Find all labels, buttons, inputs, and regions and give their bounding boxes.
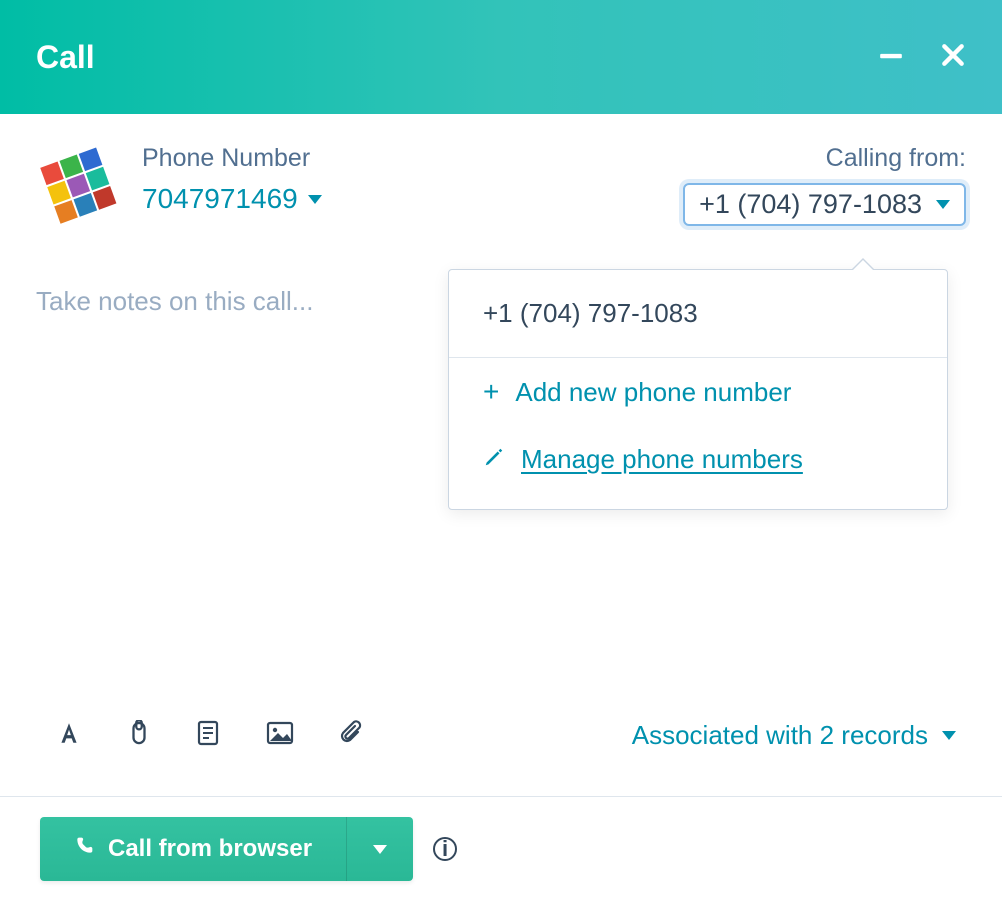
call-button-menu[interactable] [346, 817, 413, 881]
phone-option[interactable]: +1 (704) 797-1083 [449, 270, 947, 358]
phone-number-dropdown[interactable]: 7047971469 [142, 183, 322, 215]
snippet-icon[interactable] [196, 720, 220, 751]
dialog-body: Phone Number 7047971469 Calling from: +1… [0, 114, 1002, 317]
toolbar-icons [56, 720, 364, 751]
associated-records-dropdown[interactable]: Associated with 2 records [632, 720, 956, 751]
info-icon[interactable]: i [433, 837, 457, 861]
calling-from-value: +1 (704) 797-1083 [699, 189, 922, 220]
attachment-icon[interactable] [128, 720, 150, 751]
text-format-icon[interactable] [56, 720, 82, 751]
call-button-label: Call from browser [108, 835, 312, 863]
plus-icon: + [483, 376, 499, 408]
chevron-down-icon [373, 845, 387, 854]
add-phone-number[interactable]: + Add new phone number [483, 376, 913, 408]
contact-info: Phone Number 7047971469 [142, 144, 322, 215]
dialog-footer: Call from browser i [0, 796, 1002, 901]
phone-icon [74, 835, 94, 863]
chevron-down-icon [936, 200, 950, 209]
header-controls [878, 42, 966, 73]
chevron-down-icon [942, 731, 956, 740]
minimize-icon[interactable] [878, 42, 904, 73]
manage-phone-label: Manage phone numbers [521, 444, 803, 475]
popover-arrow [851, 258, 875, 270]
associated-records-label: Associated with 2 records [632, 720, 928, 751]
dialog-header: Call [0, 0, 1002, 114]
phone-number-value: 7047971469 [142, 183, 298, 215]
chevron-down-icon [308, 195, 322, 204]
contact-avatar [36, 144, 118, 226]
dialog-title: Call [36, 39, 95, 76]
pencil-icon [483, 444, 505, 475]
close-icon[interactable] [940, 42, 966, 73]
paperclip-icon[interactable] [340, 720, 364, 751]
editor-toolbar: Associated with 2 records [0, 720, 1002, 771]
popover-actions: + Add new phone number Manage phone numb… [449, 358, 947, 509]
calling-from-dropdown[interactable]: +1 (704) 797-1083 [683, 183, 966, 226]
phone-label: Phone Number [142, 144, 322, 173]
calling-from-section: Calling from: +1 (704) 797-1083 [683, 144, 966, 226]
contact-left: Phone Number 7047971469 [36, 144, 322, 226]
add-phone-label: Add new phone number [515, 377, 791, 408]
image-icon[interactable] [266, 721, 294, 750]
notes-placeholder: Take notes on this call... [36, 286, 313, 316]
call-button-group: Call from browser [40, 817, 413, 881]
calling-from-label: Calling from: [826, 144, 966, 173]
manage-phone-numbers[interactable]: Manage phone numbers [483, 444, 913, 475]
contact-row: Phone Number 7047971469 Calling from: +1… [36, 144, 966, 226]
call-from-browser-button[interactable]: Call from browser [40, 817, 346, 881]
calling-from-popover: +1 (704) 797-1083 + Add new phone number… [448, 269, 948, 510]
